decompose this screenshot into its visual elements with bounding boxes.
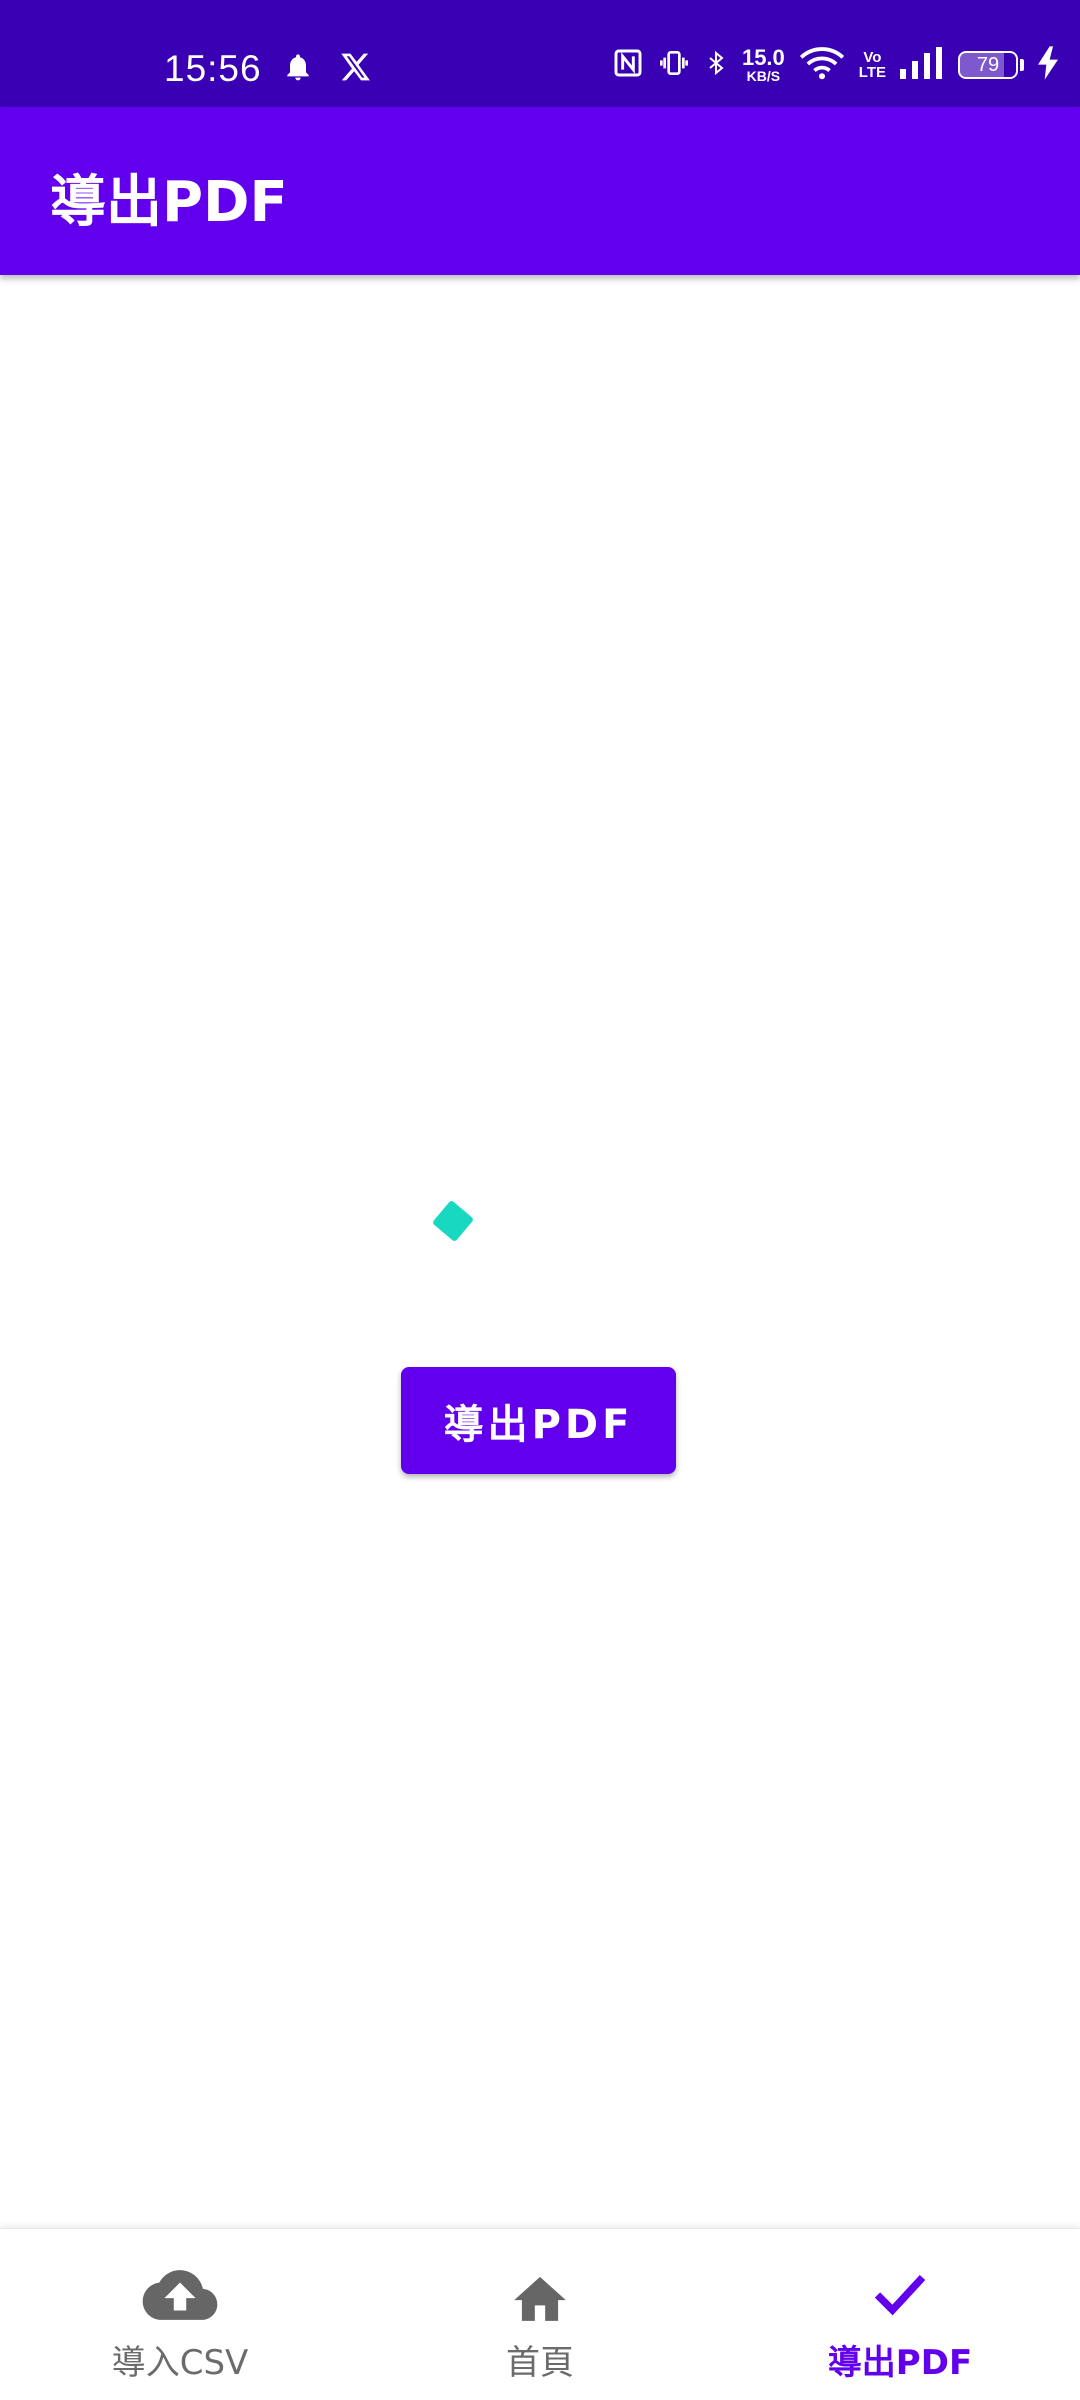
bluetooth-icon (704, 47, 728, 83)
nav-item-import-csv[interactable]: 導入CSV (0, 2229, 360, 2400)
bottom-navigation: 導入CSV 首頁 導出PDF (0, 2228, 1080, 2400)
vibrate-icon (658, 47, 690, 83)
wifi-icon (799, 46, 845, 84)
export-pdf-button[interactable]: 導出PDF (401, 1367, 676, 1474)
status-system-icons: 15.0 KB/S Vo LTE 79 (612, 46, 1058, 84)
status-bar: 15:56 15.0 KB/S Vo LTE 79 (0, 0, 1080, 107)
network-speed-value: 15.0 (741, 45, 785, 70)
nfc-icon (612, 47, 644, 83)
charging-bolt-icon (1038, 46, 1058, 84)
nav-label-home: 首頁 (506, 2343, 574, 2383)
status-time: 15:56 (164, 48, 262, 89)
check-icon (860, 2263, 940, 2327)
volte-top: Vo (863, 49, 882, 66)
app-bar: 導出PDF (0, 107, 1080, 275)
nav-item-export-pdf[interactable]: 導出PDF (720, 2229, 1080, 2400)
screen: 15:56 15.0 KB/S Vo LTE 79 導出PDF 導出PDF 導入… (0, 0, 1080, 2400)
signal-icon (900, 47, 944, 83)
volte-bottom: LTE (858, 64, 886, 81)
status-notification-icons (282, 50, 372, 88)
cloud-upload-icon (140, 2263, 220, 2327)
x-logo-icon (340, 51, 372, 87)
network-speed: 15.0 KB/S (741, 45, 785, 84)
nav-label-import-csv: 導入CSV (111, 2343, 249, 2383)
nav-item-home[interactable]: 首頁 (360, 2229, 720, 2400)
battery-indicator: 79 (958, 51, 1018, 79)
page-title: 導出PDF (50, 170, 288, 235)
network-speed-unit: KB/S (746, 68, 781, 84)
home-icon (500, 2263, 580, 2327)
bell-icon (282, 50, 314, 88)
battery-level: 79 (976, 53, 1000, 76)
battery-tip (1020, 59, 1024, 71)
nav-label-export-pdf: 導出PDF (827, 2343, 973, 2383)
loading-spinner (431, 1199, 475, 1243)
volte-indicator: Vo LTE (859, 50, 886, 80)
